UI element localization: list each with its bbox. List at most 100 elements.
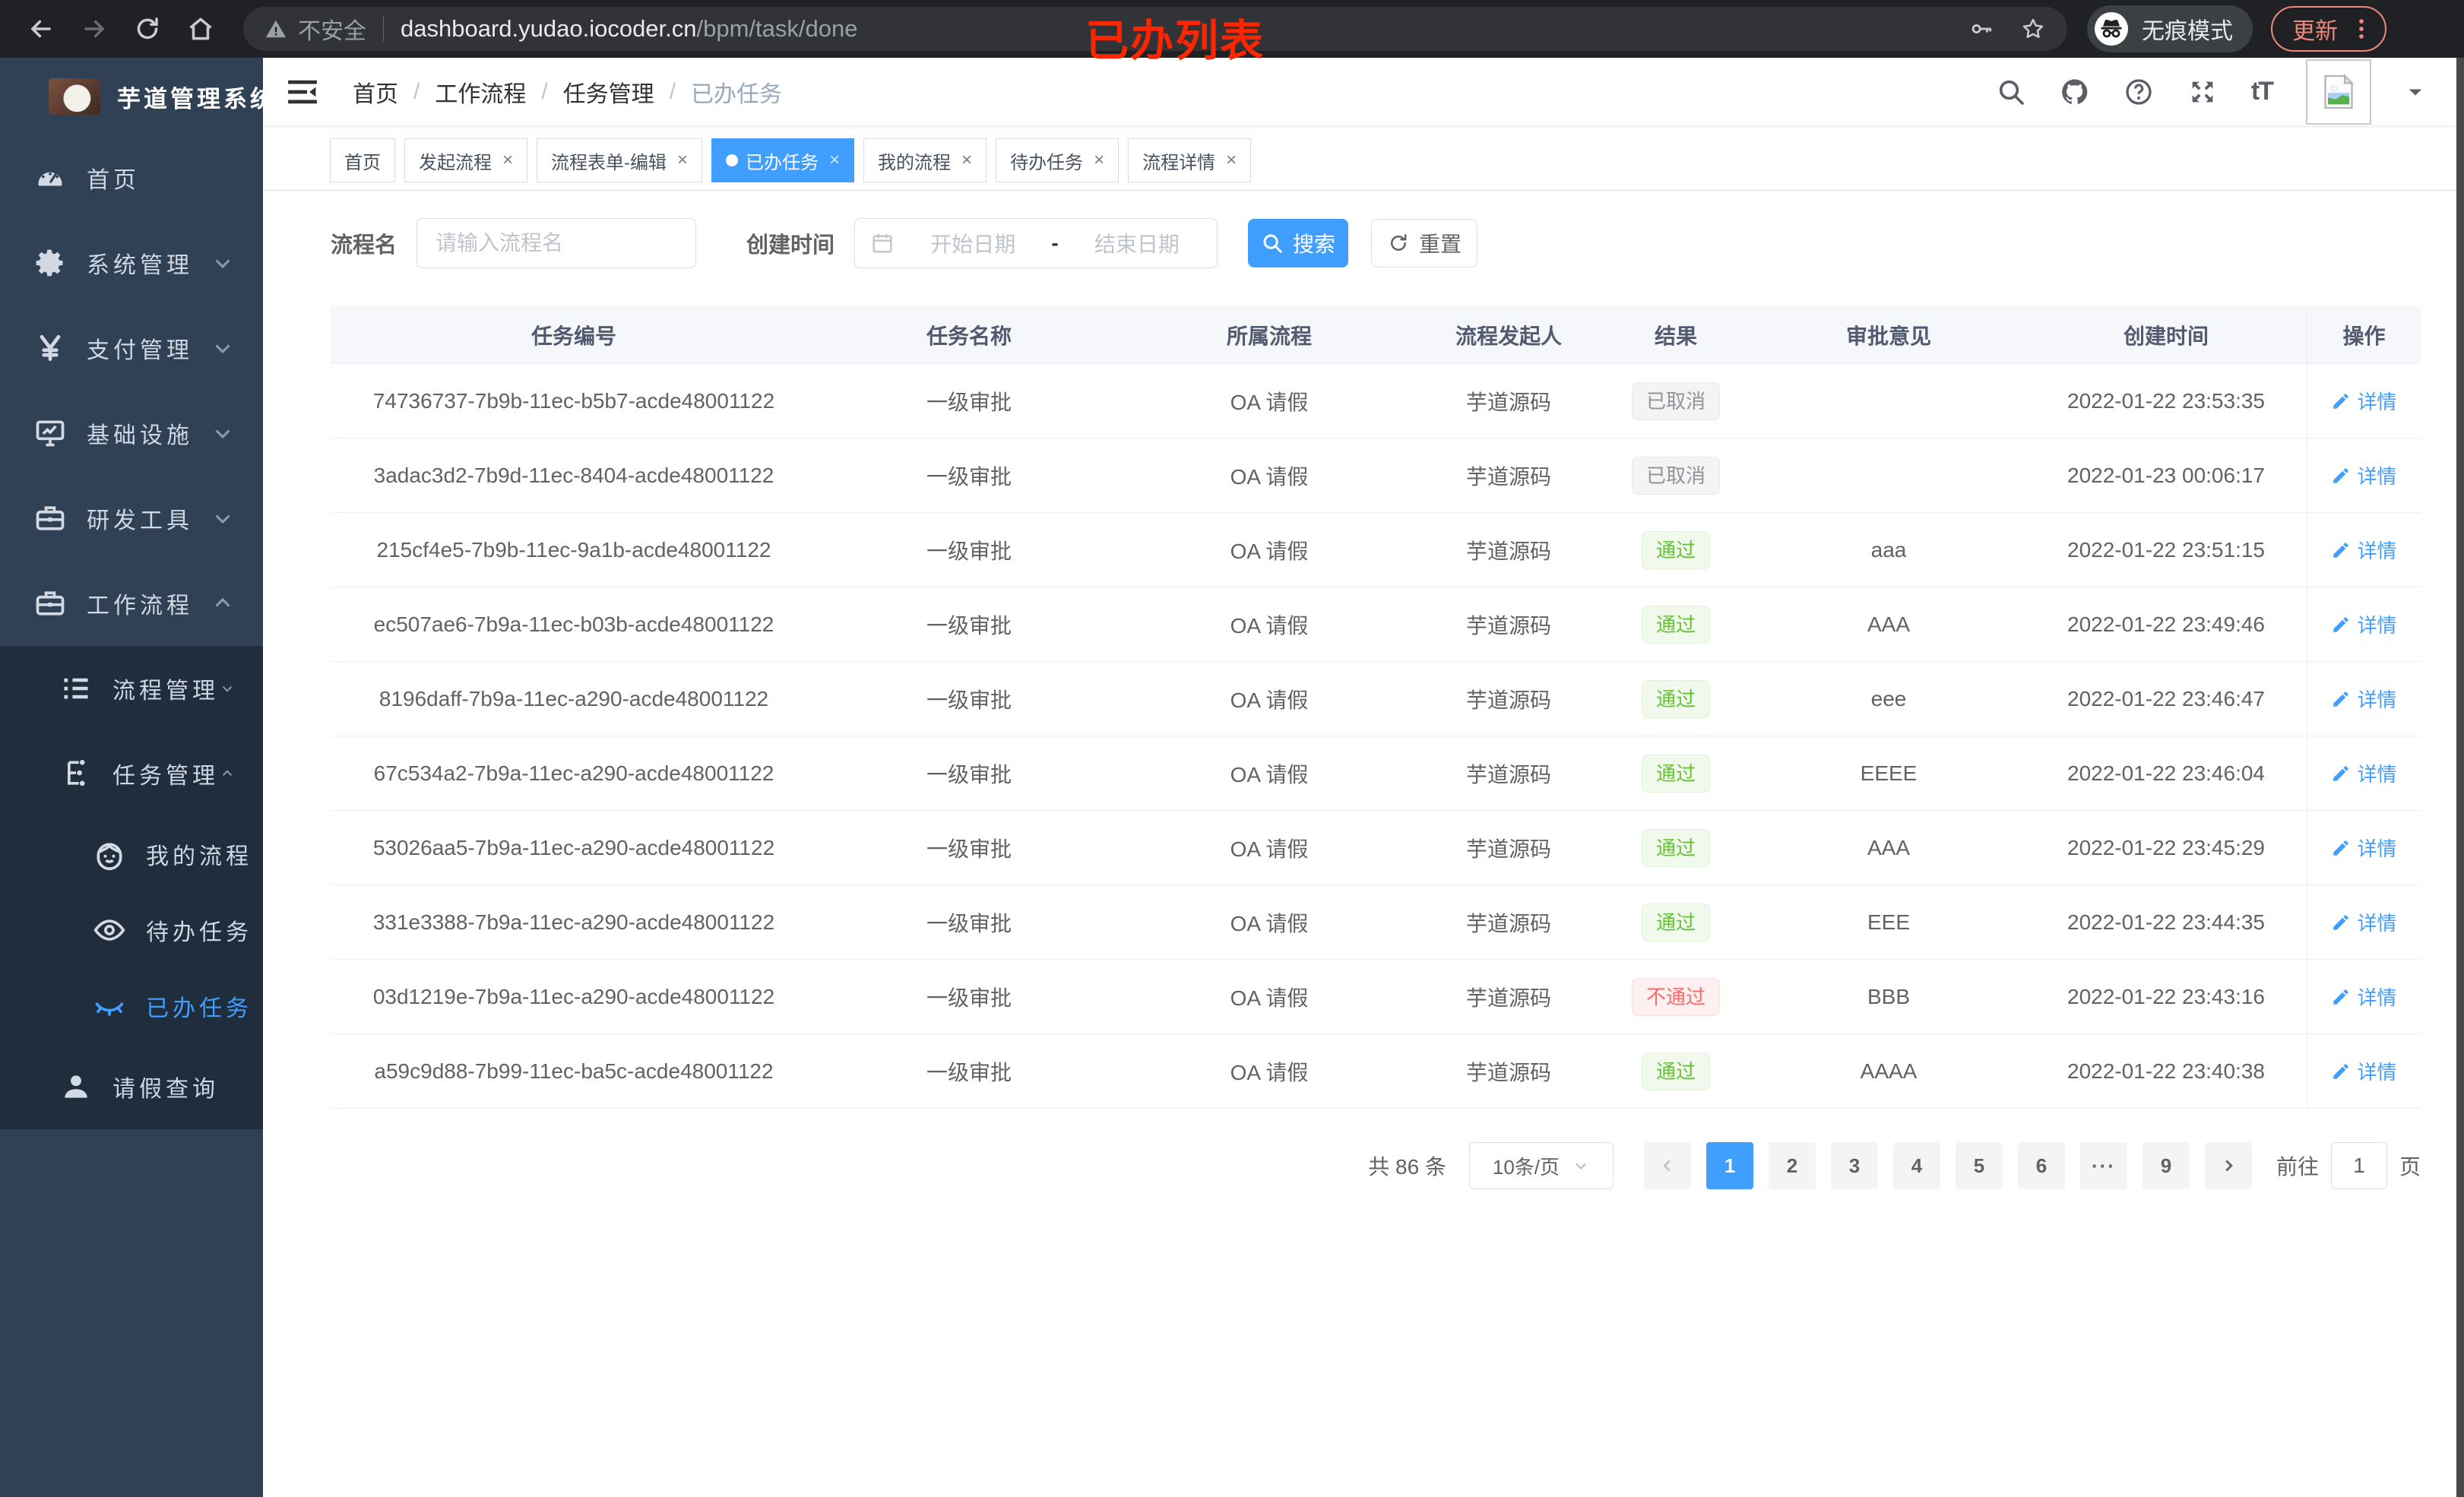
- sidebar-item-system[interactable]: 系统管理: [0, 220, 263, 305]
- flow-cell: OA 请假: [1230, 986, 1309, 1010]
- process-name-input[interactable]: [416, 218, 697, 268]
- action-cell: 详情: [2307, 364, 2421, 438]
- tab-close-icon[interactable]: ×: [1226, 151, 1237, 169]
- bookmark-star-icon[interactable]: [2020, 16, 2046, 42]
- fullscreen-icon[interactable]: [2187, 77, 2218, 107]
- sidebar-item-dev-tools[interactable]: 研发工具: [0, 476, 263, 561]
- browser-reload-button[interactable]: [126, 8, 169, 50]
- page-button-2[interactable]: 2: [1768, 1142, 1816, 1189]
- incognito-label: 无痕模式: [2142, 19, 2233, 44]
- tab-close-icon[interactable]: ×: [502, 151, 513, 169]
- detail-link[interactable]: 详情: [2331, 387, 2397, 415]
- create-time-label: 创建时间: [746, 233, 835, 258]
- sidebar-item-task-mgmt[interactable]: 任务管理: [0, 731, 263, 816]
- status-badge: 不通过: [1631, 977, 1720, 1016]
- flow-cell: OA 请假: [1230, 613, 1309, 638]
- sidebar-item-my-process[interactable]: 我的流程: [0, 816, 263, 892]
- date-range-picker[interactable]: 开始日期 - 结束日期: [854, 218, 1218, 268]
- window-edge-strip: [2456, 58, 2464, 1497]
- goto-page-input[interactable]: [2330, 1142, 2387, 1189]
- detail-link[interactable]: 详情: [2331, 759, 2397, 787]
- detail-link[interactable]: 详情: [2331, 685, 2397, 713]
- github-icon[interactable]: [2060, 77, 2090, 107]
- tab-close-icon[interactable]: ×: [677, 151, 688, 169]
- search-button[interactable]: 搜索: [1248, 219, 1349, 267]
- opinion-cell: aaa: [1870, 537, 1907, 562]
- textsize-icon[interactable]: tT: [2251, 77, 2274, 106]
- sidebar-item-done-tasks[interactable]: 已办任务: [0, 968, 263, 1044]
- browser-home-button[interactable]: [179, 8, 222, 50]
- tab-流程详情[interactable]: 流程详情 ×: [1128, 138, 1252, 182]
- breadcrumb-item[interactable]: 工作流程: [435, 75, 526, 109]
- sidebar-item-process-mgmt[interactable]: 流程管理: [0, 646, 263, 731]
- table-row: ec507ae6-7b9a-11ec-b03b-acde48001122 一级审批…: [331, 587, 2421, 662]
- tab-close-icon[interactable]: ×: [961, 151, 972, 169]
- tab-close-icon[interactable]: ×: [1094, 151, 1104, 169]
- tab-发起流程[interactable]: 发起流程 ×: [404, 138, 528, 182]
- page-button-4[interactable]: 4: [1892, 1142, 1940, 1189]
- avatar[interactable]: [2306, 59, 2371, 125]
- page-button-9[interactable]: 9: [2142, 1142, 2190, 1189]
- sidebar-item-infrastructure[interactable]: 基础设施: [0, 391, 263, 476]
- sidebar-item-home[interactable]: 首页: [0, 135, 263, 220]
- detail-link[interactable]: 详情: [2331, 1057, 2397, 1085]
- tab-流程表单-编辑[interactable]: 流程表单-编辑 ×: [537, 138, 703, 182]
- starter-cell: 芋道源码: [1465, 837, 1551, 861]
- tab-已办任务[interactable]: 已办任务 ×: [711, 138, 855, 182]
- tab-首页[interactable]: 首页: [330, 138, 395, 182]
- tab-我的流程[interactable]: 我的流程 ×: [863, 138, 987, 182]
- detail-link[interactable]: 详情: [2331, 536, 2397, 564]
- opinion-cell: BBB: [1867, 984, 1911, 1008]
- breadcrumb-item[interactable]: 首页: [353, 75, 398, 109]
- task-name-cell: 一级审批: [926, 464, 1012, 489]
- sidebar: 芋道管理系统 首页 系统管理 支付管理 基础设施 研发工具 工作流程 流程管理 任务管理 我的流…: [0, 58, 274, 1497]
- key-icon[interactable]: [1968, 16, 1994, 42]
- tab-待办任务[interactable]: 待办任务 ×: [996, 138, 1120, 182]
- sidebar-item-payment[interactable]: 支付管理: [0, 305, 263, 391]
- flow-cell: OA 请假: [1230, 390, 1309, 414]
- page-button-1[interactable]: 1: [1705, 1142, 1753, 1189]
- sidebar-item-todo-tasks[interactable]: 待办任务: [0, 892, 263, 968]
- toolbox-icon: [33, 502, 67, 535]
- tab-label: 发起流程: [419, 152, 492, 173]
- task-name-cell: 一级审批: [926, 911, 1012, 935]
- sidebar-item-leave-query[interactable]: 请假查询: [0, 1044, 263, 1129]
- page-ellipsis[interactable]: ···: [2079, 1142, 2127, 1189]
- page-button-6[interactable]: 6: [2017, 1142, 2065, 1189]
- created-time-cell: 2022-01-22 23:46:04: [2067, 761, 2265, 785]
- reset-button[interactable]: 重置: [1371, 219, 1478, 267]
- task-id-cell: a59c9d88-7b99-11ec-ba5c-acde48001122: [374, 1059, 774, 1083]
- table-row: 215cf4e5-7b9b-11ec-9a1b-acde48001122 一级审批…: [331, 513, 2421, 587]
- app-logo-row[interactable]: 芋道管理系统: [0, 58, 274, 135]
- detail-link[interactable]: 详情: [2331, 983, 2397, 1011]
- tab-close-icon[interactable]: ×: [829, 151, 840, 169]
- browser-back-button[interactable]: [20, 8, 62, 50]
- chevron-up-icon: [219, 761, 236, 786]
- breadcrumb-item[interactable]: 任务管理: [563, 75, 654, 109]
- page-button-3[interactable]: 3: [1830, 1142, 1878, 1189]
- sidebar-collapse-icon[interactable]: [286, 75, 319, 109]
- action-cell: 详情: [2307, 662, 2421, 736]
- page-button-5[interactable]: 5: [1955, 1142, 2003, 1189]
- next-page-button[interactable]: [2204, 1142, 2252, 1189]
- address-bar[interactable]: 不安全 dashboard.yudao.iocoder.cn /bpm/task…: [243, 7, 2067, 51]
- done-tasks-table: 任务编号 任务名称 所属流程 流程发起人 结果 审批意见 创建时间 操作 74736737-7…: [331, 306, 2421, 1109]
- sidebar-item-workflow[interactable]: 工作流程: [0, 561, 263, 646]
- breadcrumb-separator: /: [413, 78, 420, 104]
- help-icon[interactable]: [2124, 77, 2154, 107]
- browser-update-button[interactable]: 更新: [2271, 6, 2386, 52]
- detail-link[interactable]: 详情: [2331, 610, 2397, 638]
- detail-link[interactable]: 详情: [2331, 908, 2397, 936]
- page-size-select[interactable]: 10条/页: [1468, 1142, 1614, 1189]
- created-time-cell: 2022-01-22 23:46:47: [2067, 686, 2265, 711]
- browser-forward-button[interactable]: [73, 8, 116, 50]
- browser-chrome: 不安全 dashboard.yudao.iocoder.cn /bpm/task…: [0, 0, 2464, 58]
- search-icon[interactable]: [1996, 77, 2026, 107]
- created-time-cell: 2022-01-22 23:45:29: [2067, 835, 2265, 859]
- caret-down-icon[interactable]: [2405, 81, 2426, 103]
- prev-page-button[interactable]: [1643, 1142, 1691, 1189]
- chevron-down-icon: [210, 420, 236, 446]
- detail-link[interactable]: 详情: [2331, 834, 2397, 862]
- kebab-menu-icon[interactable]: [2348, 16, 2374, 42]
- detail-link[interactable]: 详情: [2331, 461, 2397, 489]
